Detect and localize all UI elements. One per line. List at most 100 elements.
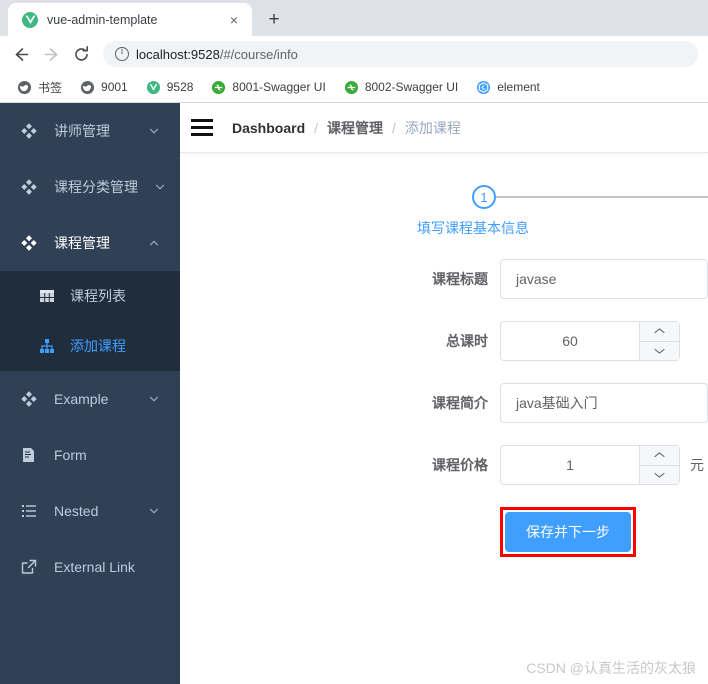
form-label: 课程价格 bbox=[432, 457, 488, 473]
bookmark-item[interactable]: 9528 bbox=[137, 75, 203, 99]
table-icon bbox=[40, 290, 54, 302]
stepper: 1 填写课程基本信息 bbox=[180, 185, 708, 245]
chevron-down-icon bbox=[149, 396, 159, 402]
back-button[interactable] bbox=[6, 39, 36, 69]
breadcrumb-item-add-course: 添加课程 bbox=[404, 119, 461, 136]
total-lessons-stepper[interactable]: 60 bbox=[500, 321, 680, 361]
breadcrumb: Dashboard / 课程管理 / 添加课程 bbox=[224, 118, 461, 138]
bookmark-label: 9528 bbox=[166, 80, 194, 94]
sidebar-item-example[interactable]: Example bbox=[0, 371, 180, 427]
step-head: 1 bbox=[472, 185, 708, 209]
step-number: 1 bbox=[472, 185, 496, 209]
form-row-course-title: 课程标题 javase bbox=[180, 259, 708, 299]
forward-button[interactable] bbox=[36, 39, 66, 69]
new-tab-button[interactable]: + bbox=[260, 5, 288, 33]
tree-icon bbox=[40, 339, 54, 353]
component-icon bbox=[21, 179, 37, 195]
element-ui-icon bbox=[477, 80, 491, 94]
increment-button[interactable] bbox=[640, 446, 679, 466]
sidebar-item-course-list[interactable]: 课程列表 bbox=[0, 271, 180, 321]
course-price-stepper[interactable]: 1 bbox=[500, 445, 680, 485]
url-text: localhost:9528/#/course/info bbox=[136, 47, 298, 62]
course-title-input[interactable]: javase bbox=[500, 259, 708, 299]
bookmark-item[interactable]: 8002-Swagger UI bbox=[335, 75, 467, 99]
course-description-input[interactable]: java基础入门 bbox=[500, 383, 708, 423]
address-bar[interactable]: localhost:9528/#/course/info bbox=[103, 41, 698, 67]
vue-logo-icon bbox=[146, 80, 160, 94]
sidebar-item-form[interactable]: Form bbox=[0, 427, 180, 483]
swagger-icon bbox=[344, 80, 358, 94]
vue-logo-icon bbox=[22, 11, 38, 28]
breadcrumb-item-dashboard[interactable]: Dashboard bbox=[232, 120, 305, 136]
bookmark-item[interactable]: 9001 bbox=[71, 75, 137, 99]
decrement-button[interactable] bbox=[640, 466, 679, 485]
total-lessons-value[interactable]: 60 bbox=[501, 322, 639, 360]
chevron-down-icon bbox=[155, 184, 165, 190]
price-unit-label: 元 bbox=[690, 457, 704, 473]
save-and-next-button[interactable]: 保存并下一步 bbox=[505, 512, 631, 552]
sidebar-item-label: 课程管理 bbox=[54, 235, 110, 251]
sidebar-item-label: External Link bbox=[54, 559, 135, 575]
form-row-course-description: 课程简介 java基础入门 bbox=[180, 383, 708, 423]
sidebar-item-label: 课程分类管理 bbox=[54, 179, 138, 195]
component-icon bbox=[21, 235, 37, 251]
increment-button[interactable] bbox=[640, 322, 679, 342]
bookmark-label: 书签 bbox=[38, 80, 63, 95]
chevron-up-icon bbox=[149, 240, 159, 246]
breadcrumb-separator: / bbox=[314, 119, 319, 136]
form-icon bbox=[23, 448, 34, 462]
component-icon bbox=[21, 391, 37, 407]
stepper-buttons bbox=[639, 322, 679, 360]
browser-tab[interactable]: vue-admin-template × bbox=[8, 3, 252, 36]
sidebar: 讲师管理 课程分类管理 课程管理 课程列表 添加课程 Example Form … bbox=[0, 103, 180, 684]
sidebar-item-label: 课程列表 bbox=[70, 288, 126, 304]
chevron-down-icon bbox=[149, 508, 159, 514]
sidebar-item-label: Nested bbox=[54, 503, 99, 519]
form-row-course-price: 课程价格 1 元 bbox=[180, 445, 708, 485]
sidebar-item-nested[interactable]: Nested bbox=[0, 483, 180, 539]
course-price-value[interactable]: 1 bbox=[501, 446, 639, 484]
info-circle-icon[interactable] bbox=[115, 46, 129, 61]
sidebar-item-course-mgmt[interactable]: 课程管理 bbox=[0, 215, 180, 271]
sidebar-item-external-link[interactable]: External Link bbox=[0, 539, 180, 595]
bookmarks-bar: 书签 9001 9528 8001-Swagger UI 8002-Swagge… bbox=[0, 72, 708, 103]
app-body: 讲师管理 课程分类管理 课程管理 课程列表 添加课程 Example Form … bbox=[0, 103, 708, 684]
bookmark-item[interactable]: 8001-Swagger UI bbox=[202, 75, 334, 99]
tab-title: vue-admin-template bbox=[47, 12, 158, 27]
tab-strip: vue-admin-template × + bbox=[0, 0, 708, 36]
bookmark-label: element bbox=[497, 80, 540, 94]
stepper-buttons bbox=[639, 446, 679, 484]
browser-window: vue-admin-template × + localhos bbox=[0, 0, 708, 684]
reload-button[interactable] bbox=[66, 39, 96, 69]
breadcrumb-item-course-mgmt[interactable]: 课程管理 bbox=[327, 118, 383, 138]
step-1: 1 填写课程基本信息 bbox=[417, 185, 708, 238]
form-label: 课程标题 bbox=[432, 271, 488, 287]
sidebar-item-add-course[interactable]: 添加课程 bbox=[0, 321, 180, 371]
url-host: localhost:9528 bbox=[136, 46, 220, 62]
bookmark-label: 8002-Swagger UI bbox=[364, 80, 459, 94]
decrement-button[interactable] bbox=[640, 342, 679, 361]
chevron-down-icon bbox=[149, 128, 159, 134]
bookmark-label: 8001-Swagger UI bbox=[232, 80, 326, 94]
step-connector-line bbox=[496, 196, 708, 198]
close-icon[interactable]: × bbox=[226, 12, 242, 28]
navbar: Dashboard / 课程管理 / 添加课程 bbox=[180, 103, 708, 153]
main-area: Dashboard / 课程管理 / 添加课程 1 填写课程基本信息 课程标题 … bbox=[180, 103, 708, 684]
bookmark-label: 9001 bbox=[101, 80, 128, 94]
swagger-icon bbox=[212, 80, 226, 94]
globe-icon bbox=[17, 80, 32, 94]
sidebar-item-course-category-mgmt[interactable]: 课程分类管理 bbox=[0, 159, 180, 215]
sidebar-item-instructor-mgmt[interactable]: 讲师管理 bbox=[0, 103, 180, 159]
sidebar-item-label: Form bbox=[54, 447, 87, 463]
course-info-form: 课程标题 javase 总课时 60 课程简介 java基础入门 课程价格 1 … bbox=[180, 245, 708, 557]
url-path: /#/course/info bbox=[219, 46, 298, 62]
browser-toolbar: localhost:9528/#/course/info bbox=[0, 36, 708, 72]
bookmark-item[interactable]: element bbox=[467, 75, 549, 99]
submit-row: 保存并下一步 bbox=[180, 507, 708, 557]
sidebar-item-label: 讲师管理 bbox=[54, 123, 110, 139]
hamburger-icon[interactable] bbox=[180, 103, 224, 153]
bookmark-item[interactable]: 书签 bbox=[8, 75, 71, 99]
sidebar-item-label: 添加课程 bbox=[70, 338, 126, 354]
nested-icon bbox=[22, 505, 36, 517]
sidebar-submenu-course-mgmt: 课程列表 添加课程 bbox=[0, 271, 180, 371]
